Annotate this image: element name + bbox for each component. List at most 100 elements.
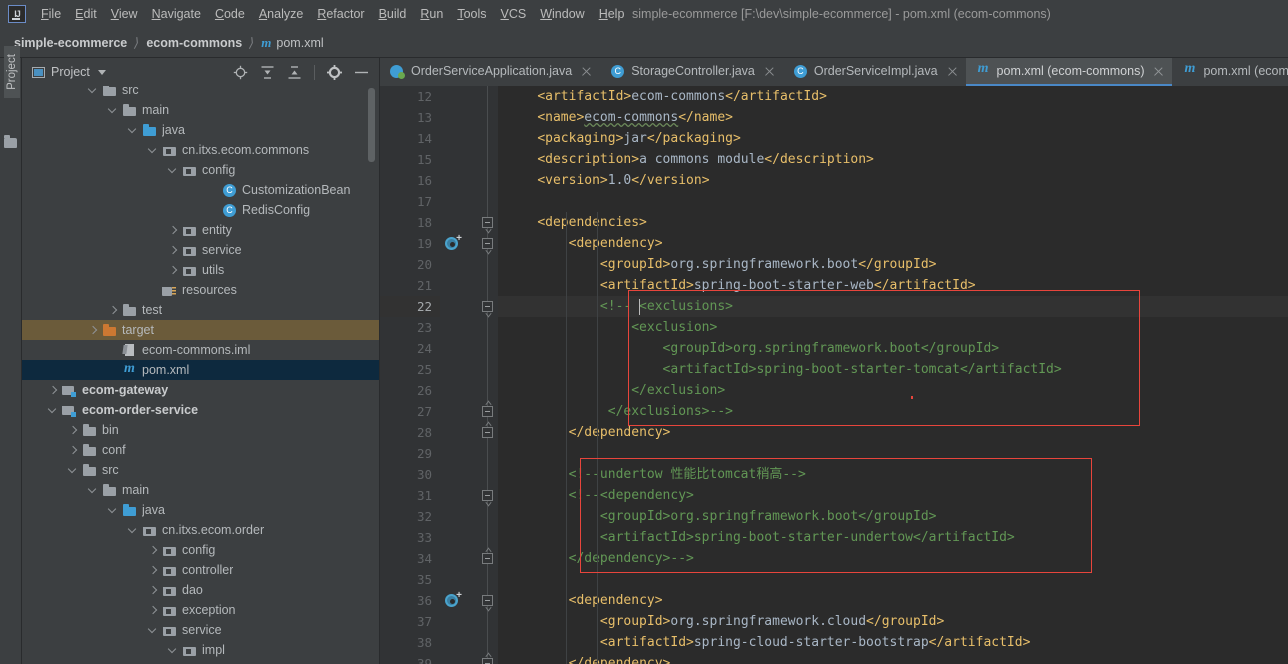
menu-item-analyze[interactable]: Analyze — [252, 4, 310, 24]
menu-item-file[interactable]: File — [34, 4, 68, 24]
breadcrumb-item-module[interactable]: ecom-commons — [146, 36, 242, 50]
menu-item-window[interactable]: Window — [533, 4, 591, 24]
chevron-right-icon[interactable] — [108, 305, 119, 316]
chevron-down-icon[interactable] — [108, 105, 119, 116]
chevron-down-icon[interactable] — [128, 525, 139, 536]
tree-item-target[interactable]: target — [22, 320, 379, 340]
chevron-down-icon[interactable] — [168, 165, 179, 176]
fold-start-icon[interactable] — [480, 215, 495, 234]
menu-item-build[interactable]: Build — [372, 4, 414, 24]
maven-reimport-icon[interactable]: + — [445, 234, 462, 252]
fold-end-icon[interactable] — [480, 547, 495, 566]
code-line[interactable]: </dependency> — [498, 653, 1288, 664]
chevron-down-icon[interactable] — [128, 125, 139, 136]
tree-item-exception[interactable]: exception — [22, 600, 379, 620]
menu-item-vcs[interactable]: VCS — [494, 4, 534, 24]
code-line[interactable] — [498, 191, 1288, 212]
chevron-right-icon[interactable] — [168, 245, 179, 256]
code-line[interactable]: <!-- <exclusions> — [498, 296, 1288, 317]
code-line[interactable]: <groupId>org.springframework.boot</group… — [498, 338, 1288, 359]
chevron-right-icon[interactable] — [148, 605, 159, 616]
editor-tab-orderserviceimpl-java[interactable]: OrderServiceImpl.java — [783, 58, 966, 86]
code-line[interactable]: </dependency> — [498, 422, 1288, 443]
code-line[interactable]: <groupId>org.springframework.boot</group… — [498, 254, 1288, 275]
tree-item-entity[interactable]: entity — [22, 220, 379, 240]
tree-item-config[interactable]: config — [22, 540, 379, 560]
tree-item-service[interactable]: service — [22, 240, 379, 260]
tree-item-resources[interactable]: resources — [22, 280, 379, 300]
menu-item-refactor[interactable]: Refactor — [310, 4, 371, 24]
project-tree[interactable]: srcmainjavacn.itxs.ecom.commonsconfigCus… — [22, 86, 379, 664]
code-line[interactable]: <!--<dependency> — [498, 485, 1288, 506]
code-line[interactable]: <artifactId>spring-boot-starter-web</art… — [498, 275, 1288, 296]
tree-item-pom-xml[interactable]: pom.xml — [22, 360, 379, 380]
tree-item-redisconfig[interactable]: RedisConfig — [22, 200, 379, 220]
menu-item-help[interactable]: Help — [592, 4, 632, 24]
chevron-right-icon[interactable] — [168, 265, 179, 276]
chevron-down-icon[interactable] — [108, 505, 119, 516]
tree-item-java[interactable]: java — [22, 500, 379, 520]
tree-item-java[interactable]: java — [22, 120, 379, 140]
chevron-right-icon[interactable] — [68, 445, 79, 456]
fold-end-icon[interactable] — [480, 652, 495, 664]
fold-end-icon[interactable] — [480, 421, 495, 440]
code-line[interactable]: <artifactId>spring-cloud-starter-bootstr… — [498, 632, 1288, 653]
tree-item-customizationbean[interactable]: CustomizationBean — [22, 180, 379, 200]
tree-item-conf[interactable]: conf — [22, 440, 379, 460]
fold-start-icon[interactable] — [480, 236, 495, 255]
tree-item-ecom-commons-iml[interactable]: ecom-commons.iml — [22, 340, 379, 360]
code-line[interactable]: </exclusion> — [498, 380, 1288, 401]
chevron-right-icon[interactable] — [168, 225, 179, 236]
tree-item-test[interactable]: test — [22, 300, 379, 320]
code-line[interactable]: <artifactId>ecom-commons</artifactId> — [498, 86, 1288, 107]
chevron-right-icon[interactable] — [148, 545, 159, 556]
code-line[interactable]: <description>a commons module</descripti… — [498, 149, 1288, 170]
chevron-down-icon[interactable] — [168, 645, 179, 656]
code-editor[interactable]: 12 13 14 15 16 17 18 19 20 21 22 23 24 25 26 27 28 29 30 31… — [380, 86, 1288, 664]
tree-item-utils[interactable]: utils — [22, 260, 379, 280]
tool-window-button-project[interactable]: Project — [4, 46, 20, 98]
breadcrumb-item-file[interactable]: pom.xml — [276, 36, 323, 50]
code-line[interactable]: <exclusion> — [498, 317, 1288, 338]
gear-icon[interactable] — [327, 64, 342, 80]
menu-item-code[interactable]: Code — [208, 4, 252, 24]
tree-item-cn-itxs-ecom-commons[interactable]: cn.itxs.ecom.commons — [22, 140, 379, 160]
editor-tab-pom-xml-ecom-commons-[interactable]: pom.xml (ecom-commons) — [965, 58, 1173, 86]
menu-item-navigate[interactable]: Navigate — [145, 4, 208, 24]
tree-item-config[interactable]: config — [22, 160, 379, 180]
code-line[interactable]: </dependency>--> — [498, 548, 1288, 569]
fold-start-icon[interactable] — [480, 593, 495, 612]
chevron-right-icon[interactable] — [88, 325, 99, 336]
chevron-down-icon[interactable] — [148, 145, 159, 156]
tree-item-src[interactable]: src — [22, 460, 379, 480]
code-line[interactable] — [498, 443, 1288, 464]
chevron-down-icon[interactable] — [48, 405, 59, 416]
code-line[interactable]: <artifactId>spring-boot-starter-undertow… — [498, 527, 1288, 548]
tree-item-bin[interactable]: bin — [22, 420, 379, 440]
tree-item-ecom-gateway[interactable]: ecom-gateway — [22, 380, 379, 400]
chevron-down-icon[interactable] — [148, 625, 159, 636]
menu-item-run[interactable]: Run — [413, 4, 450, 24]
tree-item-src[interactable]: src — [22, 86, 379, 100]
code-line[interactable]: <groupId>org.springframework.cloud</grou… — [498, 611, 1288, 632]
tree-item-dao[interactable]: dao — [22, 580, 379, 600]
chevron-right-icon[interactable] — [48, 385, 59, 396]
gutter-annotation-column[interactable]: + + — [440, 86, 476, 664]
code-line[interactable]: <dependency> — [498, 233, 1288, 254]
maven-reimport-icon[interactable]: + — [445, 591, 462, 609]
code-content[interactable]: <artifactId>ecom-commons</artifactId> <n… — [498, 86, 1288, 664]
code-line[interactable]: <name>ecom-commons</name> — [498, 107, 1288, 128]
code-folding-column[interactable] — [476, 86, 498, 664]
menu-item-tools[interactable]: Tools — [450, 4, 493, 24]
code-line[interactable]: <dependency> — [498, 590, 1288, 611]
code-line[interactable]: <packaging>jar</packaging> — [498, 128, 1288, 149]
breadcrumb-item-project[interactable]: simple-ecommerce — [14, 36, 127, 50]
chevron-right-icon[interactable] — [148, 585, 159, 596]
chevron-down-icon[interactable] — [68, 465, 79, 476]
collapse-all-icon[interactable] — [287, 65, 302, 80]
menu-item-edit[interactable]: Edit — [68, 4, 104, 24]
tree-item-service[interactable]: service — [22, 620, 379, 640]
editor-tab-storagecontroller-java[interactable]: StorageController.java — [600, 58, 783, 86]
expand-all-icon[interactable] — [260, 65, 275, 80]
chevron-down-icon[interactable] — [97, 69, 106, 75]
